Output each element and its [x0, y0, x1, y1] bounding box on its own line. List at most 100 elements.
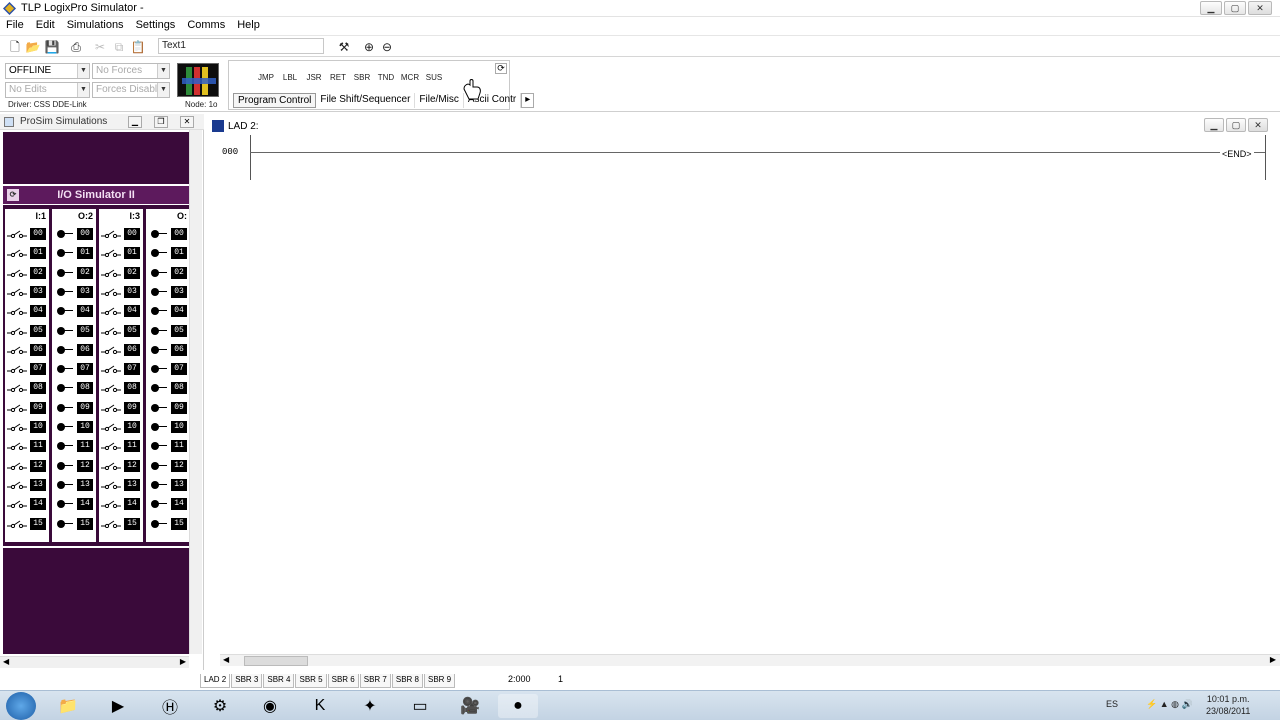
toggle-switch-icon[interactable]: [101, 230, 121, 238]
toggle-switch-icon[interactable]: [7, 500, 27, 509]
input-switch-row[interactable]: 14: [5, 496, 49, 512]
cut-icon[interactable]: ✂: [92, 39, 108, 55]
input-switch-row[interactable]: 06: [99, 342, 143, 358]
tab-program-control[interactable]: Program Control: [233, 93, 317, 108]
menu-simulations[interactable]: Simulations: [61, 17, 130, 34]
notes-icon[interactable]: ▭: [400, 694, 440, 718]
instr-jsr-button[interactable]: JSR: [303, 71, 325, 85]
input-switch-row[interactable]: 07: [5, 361, 49, 377]
scroll-left-icon[interactable]: ◀: [3, 657, 9, 666]
toggle-switch-icon[interactable]: [101, 346, 121, 354]
toggle-switch-icon[interactable]: [101, 442, 121, 451]
toggle-switch-icon[interactable]: [7, 230, 27, 238]
toggle-switch-icon[interactable]: [7, 404, 27, 412]
verify-icon[interactable]: ⚒: [336, 39, 352, 55]
mode-select[interactable]: OFFLINE ▼: [5, 63, 90, 79]
forces-select[interactable]: No Forces ▼: [92, 63, 170, 79]
toggle-switch-icon[interactable]: [7, 423, 27, 431]
forces-state-select[interactable]: Forces Disabled ▼: [92, 82, 170, 98]
instr-tnd-button[interactable]: TND: [375, 71, 397, 85]
toggle-switch-icon[interactable]: [101, 462, 121, 470]
input-switch-row[interactable]: 06: [5, 342, 49, 358]
refresh-icon[interactable]: ⟳: [495, 63, 507, 74]
input-switch-row[interactable]: 10: [5, 419, 49, 435]
menu-file[interactable]: File: [0, 17, 30, 34]
toggle-switch-icon[interactable]: [101, 288, 121, 296]
paste-icon[interactable]: 📋: [130, 39, 146, 55]
new-file-icon[interactable]: 🗋: [7, 39, 23, 55]
toggle-switch-icon[interactable]: [7, 327, 27, 335]
toggle-switch-icon[interactable]: [7, 249, 27, 258]
zoom-in-icon[interactable]: ⊕: [361, 39, 377, 55]
refresh-icon[interactable]: ⟳: [7, 189, 19, 201]
input-switch-row[interactable]: 09: [5, 400, 49, 416]
prosim-close-button[interactable]: ✕: [180, 116, 194, 128]
tab-sbr-6[interactable]: SBR 6: [327, 674, 359, 688]
tab-sbr-3[interactable]: SBR 3: [231, 674, 263, 688]
input-switch-row[interactable]: 00: [99, 226, 143, 242]
toggle-switch-icon[interactable]: [101, 384, 121, 393]
logixpro-task-icon[interactable]: ●: [498, 694, 538, 718]
toggle-switch-icon[interactable]: [101, 404, 121, 412]
input-switch-row[interactable]: 01: [99, 245, 143, 261]
tab-sbr-5[interactable]: SBR 5: [295, 674, 327, 688]
start-button[interactable]: [6, 692, 36, 720]
zoom-out-icon[interactable]: ⊖: [379, 39, 395, 55]
prosim-minimize-button[interactable]: ▁: [128, 116, 142, 128]
menu-settings[interactable]: Settings: [130, 17, 182, 34]
copy-icon[interactable]: ⧉: [111, 39, 127, 55]
instr-ret-button[interactable]: RET: [327, 71, 349, 85]
input-switch-row[interactable]: 14: [99, 496, 143, 512]
scroll-right-icon[interactable]: ▶: [180, 657, 186, 666]
toggle-switch-icon[interactable]: [101, 500, 121, 509]
input-switch-row[interactable]: 11: [5, 438, 49, 454]
end-instruction[interactable]: <END>: [1220, 149, 1254, 159]
scroll-right-icon[interactable]: ▶: [1270, 655, 1276, 664]
k-app-icon[interactable]: K: [300, 694, 340, 718]
language-indicator[interactable]: ES: [1106, 699, 1118, 709]
app-icon[interactable]: ⚙: [200, 694, 240, 718]
rung-line[interactable]: [250, 152, 1266, 153]
menu-help[interactable]: Help: [231, 17, 266, 34]
close-button[interactable]: ✕: [1248, 1, 1272, 15]
instr-jmp-button[interactable]: JMP: [255, 71, 277, 85]
toggle-switch-icon[interactable]: [7, 269, 27, 277]
menu-comms[interactable]: Comms: [181, 17, 231, 34]
input-switch-row[interactable]: 07: [99, 361, 143, 377]
input-switch-row[interactable]: 08: [5, 380, 49, 396]
input-switch-row[interactable]: 05: [99, 323, 143, 339]
network-app-icon[interactable]: ✦: [350, 694, 390, 718]
chrome-icon[interactable]: ◉: [250, 694, 290, 718]
input-switch-row[interactable]: 01: [5, 245, 49, 261]
input-switch-row[interactable]: 13: [5, 477, 49, 493]
input-switch-row[interactable]: 03: [5, 284, 49, 300]
toggle-switch-icon[interactable]: [7, 481, 27, 489]
tab-sbr-4[interactable]: SBR 4: [263, 674, 295, 688]
tab-scroll-right-icon[interactable]: ▸: [521, 93, 535, 108]
input-switch-row[interactable]: 08: [99, 380, 143, 396]
ladder-close-button[interactable]: ✕: [1248, 118, 1268, 132]
open-folder-icon[interactable]: 📂: [25, 39, 41, 55]
input-switch-row[interactable]: 13: [99, 477, 143, 493]
toggle-switch-icon[interactable]: [101, 269, 121, 277]
toggle-switch-icon[interactable]: [101, 520, 121, 528]
input-switch-row[interactable]: 12: [5, 458, 49, 474]
toggle-switch-icon[interactable]: [7, 384, 27, 393]
toggle-switch-icon[interactable]: [101, 307, 121, 316]
tab-file-shift-sequencer[interactable]: File Shift/Sequencer: [316, 93, 416, 108]
toggle-switch-icon[interactable]: [7, 346, 27, 354]
print-icon[interactable]: ⎙: [68, 39, 84, 55]
prosim-vertical-scrollbar[interactable]: [189, 130, 202, 654]
scroll-left-icon[interactable]: ◀: [223, 655, 229, 664]
input-switch-row[interactable]: 00: [5, 226, 49, 242]
input-switch-row[interactable]: 04: [99, 303, 143, 319]
toggle-switch-icon[interactable]: [101, 327, 121, 335]
input-switch-row[interactable]: 15: [5, 516, 49, 532]
instr-lbl-button[interactable]: LBL: [279, 71, 301, 85]
toggle-switch-icon[interactable]: [7, 288, 27, 296]
camera-icon[interactable]: 🎥: [450, 694, 490, 718]
menu-edit[interactable]: Edit: [30, 17, 61, 34]
input-switch-row[interactable]: 03: [99, 284, 143, 300]
toggle-switch-icon[interactable]: [101, 423, 121, 431]
minimize-button[interactable]: ▁: [1200, 1, 1222, 15]
